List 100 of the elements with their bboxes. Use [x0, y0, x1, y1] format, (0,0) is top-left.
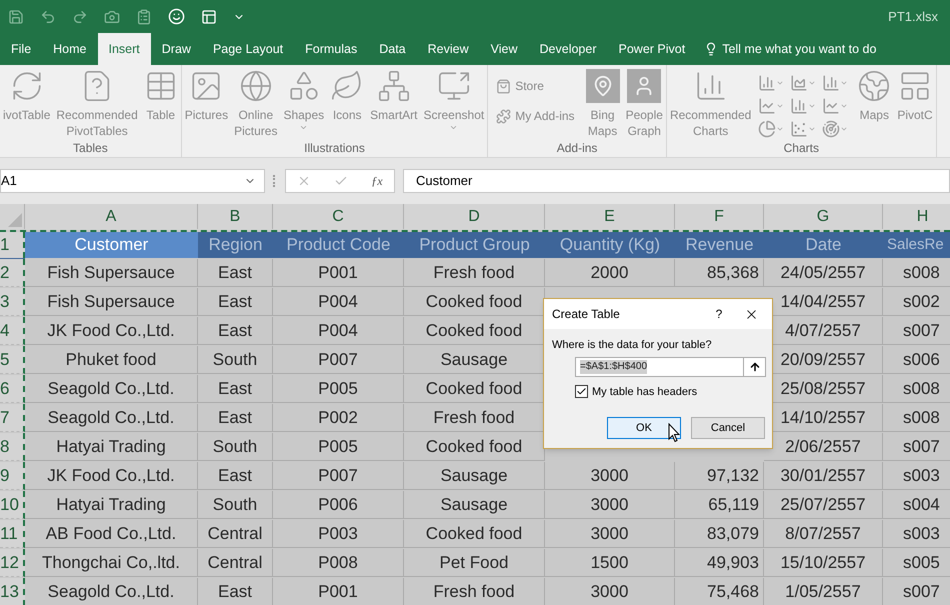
ribbon-button[interactable]: Store [496, 77, 575, 95]
group-label: Charts [782, 140, 820, 157]
ribbon-tab[interactable]: Page Layout [202, 33, 294, 65]
row-header[interactable]: 7 [0, 404, 25, 432]
table-cell: JK Food Co.,Ltd. [25, 317, 198, 345]
ribbon-button[interactable]: People Graph [622, 65, 666, 139]
row-header[interactable]: 2 [0, 259, 25, 287]
dialog-button[interactable]: Cancel [691, 417, 765, 439]
table-cell: Pet Food [404, 549, 545, 577]
column-header[interactable]: G [764, 204, 883, 229]
cell-reference: A1 [1, 172, 17, 190]
table-cell: 83,079 [675, 520, 764, 548]
row-header[interactable]: 6 [0, 375, 25, 403]
table-cell: 15/10/2557 [764, 549, 883, 577]
table-cell: P008 [273, 549, 404, 577]
save-icon[interactable] [8, 8, 24, 24]
ribbon-button[interactable]: My Add-ins [496, 107, 575, 125]
name-box[interactable]: A1 [0, 169, 265, 193]
column-header[interactable]: A [25, 204, 198, 229]
ribbon-button[interactable]: Recommended Charts [666, 65, 754, 139]
bar-chart-icon [758, 74, 776, 92]
column-header[interactable]: H [883, 204, 950, 229]
formula-field[interactable]: Customer [403, 169, 950, 193]
row-header[interactable]: 3 [0, 288, 25, 316]
smiley-icon[interactable] [168, 8, 185, 25]
ribbon-tab[interactable]: Data [368, 33, 417, 65]
person-icon [627, 69, 662, 103]
table-cell: Seagold Co.,Ltd. [25, 404, 198, 432]
collapse-icon[interactable] [748, 360, 760, 372]
ribbon-button[interactable]: ivotTable [0, 65, 54, 139]
ribbon-button[interactable]: Bing Maps [582, 65, 623, 139]
redo-icon[interactable] [72, 8, 88, 24]
table-cell: Central [198, 520, 273, 548]
ribbon-tab[interactable]: View [480, 33, 529, 65]
table-cell: 49,903 [675, 549, 764, 577]
range-field[interactable]: =$A$1:$H$400 [575, 356, 766, 376]
table-cell: East [198, 259, 273, 287]
column-header[interactable]: B [198, 204, 273, 229]
ribbon-tab[interactable]: Power Pivot [608, 33, 696, 65]
table-cell: Hatyai Trading [25, 433, 198, 461]
help-button[interactable]: ? [704, 305, 734, 323]
ribbon-tab[interactable]: Draw [150, 33, 202, 65]
table-cell: South [198, 433, 273, 461]
ribbon-button[interactable]: Shapes [280, 65, 328, 139]
row-header[interactable]: 11 [0, 520, 25, 548]
row-header[interactable]: 10 [0, 491, 25, 519]
table-cell: East [198, 375, 273, 403]
ribbon-button[interactable]: Table [140, 65, 181, 139]
row-header[interactable]: 1 [0, 232, 25, 258]
row-header[interactable]: 9 [0, 462, 25, 490]
row-header[interactable]: 5 [0, 346, 25, 374]
ribbon-button[interactable]: Icons [327, 65, 368, 139]
ribbon-button[interactable]: Recommended PivotTables [53, 65, 141, 139]
table-cell: 1/05/2557 [764, 578, 883, 605]
table-cell: 1500 [545, 549, 675, 577]
ribbon-tab[interactable]: Insert [98, 33, 151, 65]
tell-me-field[interactable]: Tell me what you want to do [696, 33, 884, 65]
checkbox[interactable] [575, 385, 588, 398]
ribbon-button[interactable]: Maps [854, 65, 894, 139]
table-cell: P003 [273, 520, 404, 548]
column-header[interactable]: E [545, 204, 675, 229]
dialog-button[interactable]: OK [607, 417, 681, 439]
globe-icon [857, 69, 892, 103]
row-header[interactable]: 8 [0, 433, 25, 461]
group-label: Tables [72, 140, 109, 157]
ribbon-tab[interactable]: Developer [528, 33, 608, 65]
ribbon-button[interactable]: Online Pictures [231, 65, 280, 139]
scatter-chart-icon [790, 120, 808, 138]
table-cell: Hatyai Trading [25, 491, 198, 519]
undo-icon[interactable] [40, 8, 56, 24]
row-header[interactable]: 12 [0, 549, 25, 577]
function-icon[interactable]: ƒx [371, 172, 383, 190]
table-cell: s003 [883, 462, 950, 490]
ribbon-tab[interactable]: Home [42, 33, 98, 65]
table-cell: East [198, 462, 273, 490]
range-value: =$A$1:$H$400 [580, 360, 648, 374]
dialog-prompt: Where is the data for your table? [551, 338, 713, 353]
column-header[interactable]: C [273, 204, 404, 229]
table-cell: s008 [883, 259, 950, 287]
table-cell: 3000 [545, 491, 675, 519]
form-icon[interactable] [136, 8, 152, 24]
divider-dots-icon [273, 175, 277, 187]
ribbon-button[interactable]: SmartArt [367, 65, 420, 139]
table-cell: s003 [883, 520, 950, 548]
table-cell: s007 [883, 578, 950, 605]
camera-icon[interactable] [104, 8, 120, 24]
ribbon-button[interactable]: Screenshot [420, 65, 488, 139]
window-icon[interactable] [201, 8, 217, 24]
row-header[interactable]: 13 [0, 578, 25, 605]
ribbon-tab[interactable]: Review [416, 33, 480, 65]
ribbon-button[interactable]: Pictures [182, 65, 232, 139]
row-header[interactable]: 4 [0, 317, 25, 345]
column-header[interactable]: D [404, 204, 545, 229]
header-cell: SalesRe [883, 232, 950, 258]
table-cell: P006 [273, 491, 404, 519]
ribbon-tab[interactable]: File [0, 33, 42, 65]
ribbon-tab[interactable]: Formulas [294, 33, 368, 65]
column-header[interactable]: F [675, 204, 764, 229]
ribbon-button[interactable]: PivotC [894, 65, 936, 139]
table-cell: P004 [273, 288, 404, 316]
